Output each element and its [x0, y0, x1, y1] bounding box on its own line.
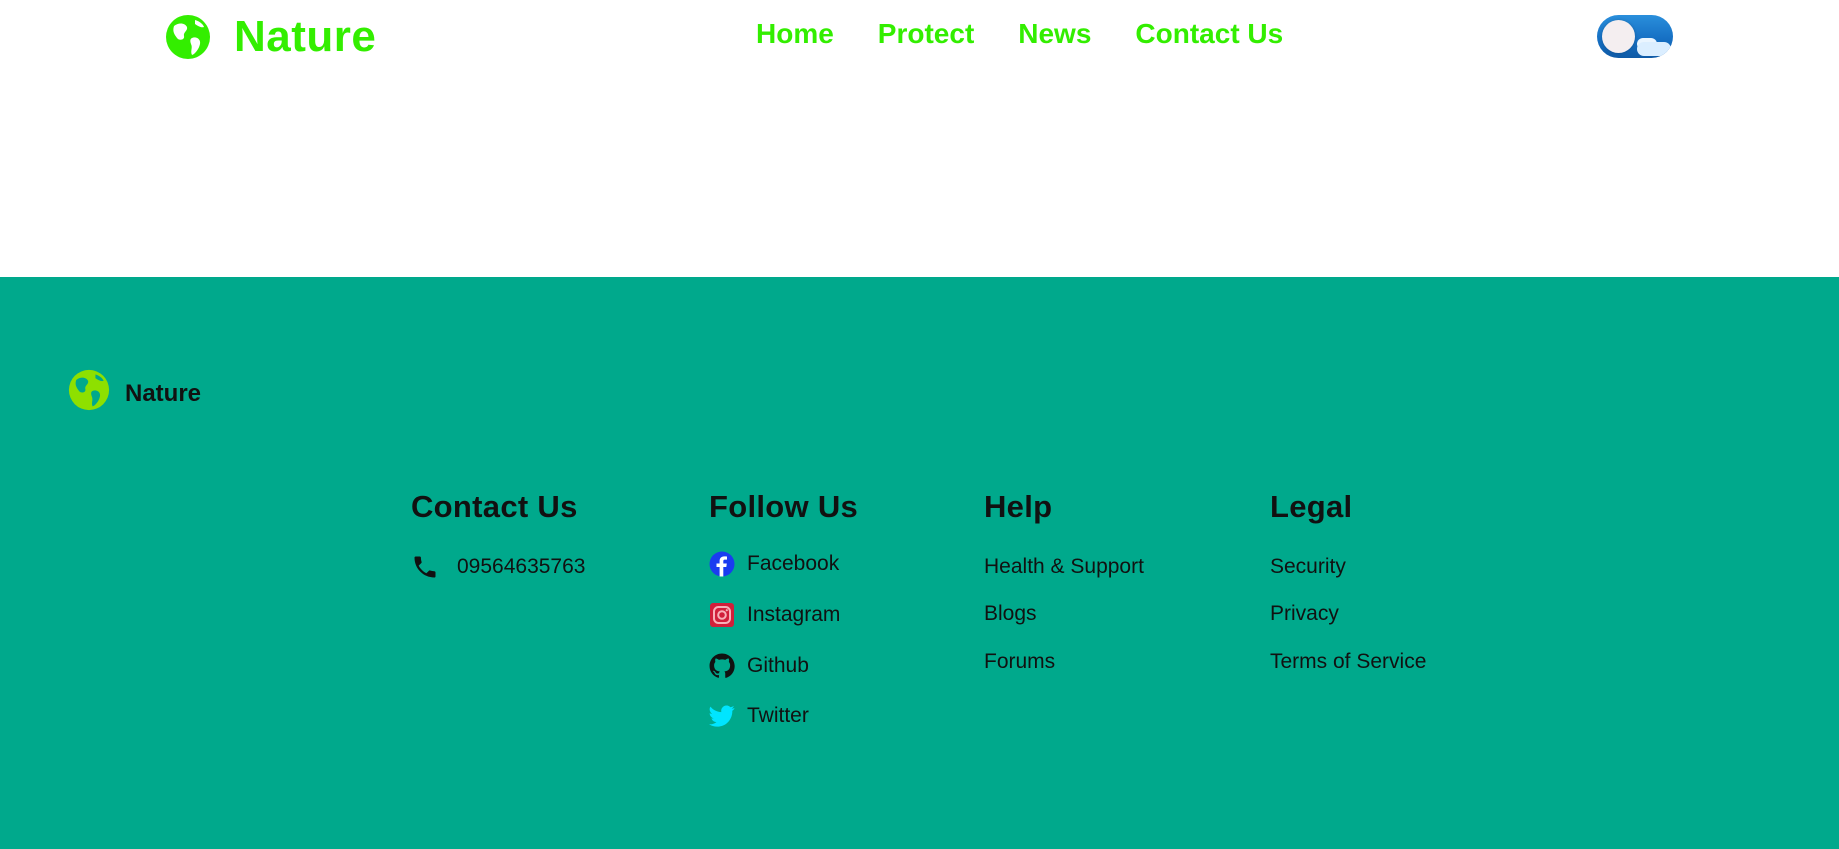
- footer-help-column: Help Health & Support Blogs Forums: [984, 489, 1144, 673]
- twitter-label: Twitter: [747, 704, 809, 727]
- footer-brand[interactable]: Nature: [68, 369, 201, 411]
- brand-name: Nature: [234, 12, 377, 61]
- toggle-knob: [1602, 20, 1635, 53]
- footer-legal-column: Legal Security Privacy Terms of Service: [1270, 489, 1426, 673]
- terms-of-service-link[interactable]: Terms of Service: [1270, 650, 1426, 674]
- github-link[interactable]: Github: [709, 653, 809, 679]
- brand-logo[interactable]: Nature: [165, 12, 376, 62]
- nav-home[interactable]: Home: [756, 18, 834, 50]
- site-footer: Nature Contact Us 09564635763 Follow Us …: [0, 277, 1839, 849]
- facebook-link[interactable]: Facebook: [709, 551, 839, 577]
- site-header: Nature Home Protect News Contact Us: [0, 0, 1839, 277]
- contact-heading: Contact Us: [411, 489, 578, 524]
- legal-heading: Legal: [1270, 489, 1353, 524]
- health-support-link[interactable]: Health & Support: [984, 555, 1144, 579]
- nav-news[interactable]: News: [1018, 18, 1091, 50]
- phone-number: 09564635763: [457, 555, 586, 578]
- theme-toggle[interactable]: [1597, 15, 1673, 58]
- instagram-link[interactable]: Instagram: [709, 602, 840, 628]
- github-icon: [709, 653, 735, 678]
- follow-heading: Follow Us: [709, 489, 859, 524]
- help-heading: Help: [984, 489, 1053, 524]
- github-label: Github: [747, 654, 809, 677]
- blogs-link[interactable]: Blogs: [984, 602, 1037, 626]
- forums-link[interactable]: Forums: [984, 650, 1055, 674]
- instagram-icon: [710, 603, 734, 627]
- globe-icon: [68, 369, 110, 411]
- phone-icon: [414, 556, 436, 578]
- nav-contact-us[interactable]: Contact Us: [1135, 18, 1283, 50]
- cloud-icon: [1637, 42, 1671, 56]
- twitter-link[interactable]: Twitter: [709, 703, 809, 729]
- facebook-icon: [709, 551, 735, 577]
- security-link[interactable]: Security: [1270, 555, 1346, 579]
- footer-follow-column: Follow Us Facebook Instagram Github Twit…: [709, 489, 859, 727]
- nav-protect[interactable]: Protect: [878, 18, 974, 50]
- footer-contact-column: Contact Us 09564635763: [411, 489, 585, 578]
- facebook-label: Facebook: [747, 552, 840, 575]
- twitter-icon: [709, 705, 735, 727]
- globe-icon: [166, 15, 210, 59]
- main-nav: Home Protect News Contact Us: [756, 18, 1283, 50]
- privacy-link[interactable]: Privacy: [1270, 602, 1339, 626]
- footer-brand-name: Nature: [125, 380, 202, 407]
- instagram-label: Instagram: [747, 603, 841, 626]
- phone-contact[interactable]: 09564635763: [411, 553, 585, 581]
